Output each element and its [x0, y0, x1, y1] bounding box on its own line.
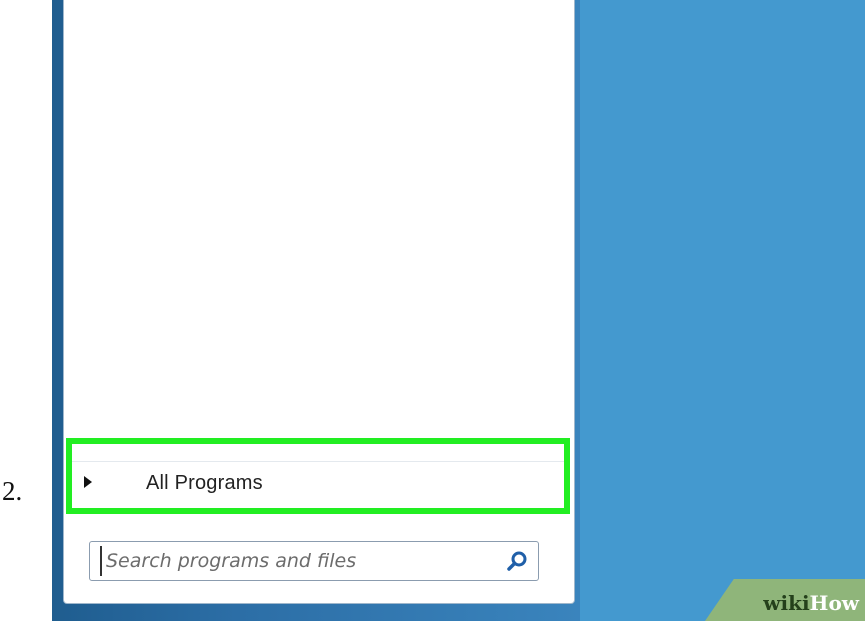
search-input[interactable]	[100, 546, 486, 576]
all-programs-label: All Programs	[146, 472, 263, 494]
all-programs-row[interactable]: All Programs	[72, 461, 564, 506]
step-number: 2.	[2, 476, 23, 506]
triangle-right-icon	[84, 476, 92, 488]
search-box[interactable]	[89, 541, 539, 581]
watermark-text: wikiHow	[763, 591, 859, 615]
watermark-wiki: wiki	[763, 591, 810, 615]
search-icon[interactable]	[506, 550, 528, 572]
start-menu-panel: All Programs	[63, 0, 575, 604]
start-menu-frame: All Programs	[52, 0, 580, 621]
desktop-screenshot: All Programs wikiHow	[52, 0, 865, 621]
wikihow-watermark: wikiHow	[705, 579, 865, 621]
watermark-how: How	[809, 591, 859, 615]
all-programs-item[interactable]: All Programs	[66, 438, 570, 514]
